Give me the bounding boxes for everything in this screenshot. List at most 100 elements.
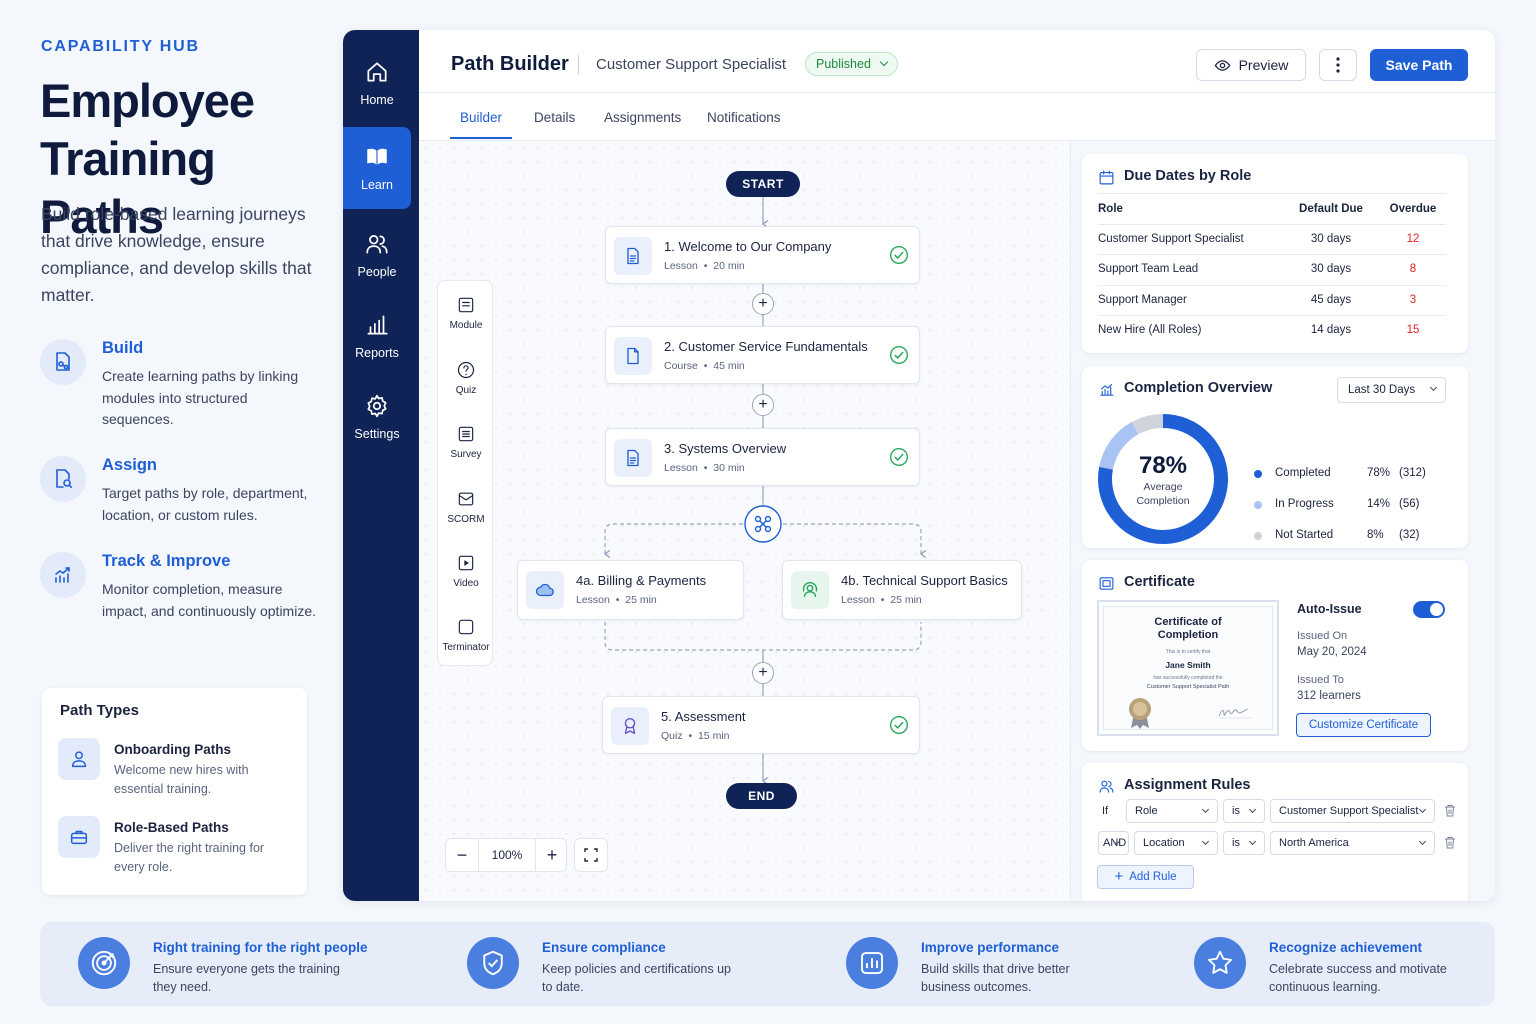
target-icon: [78, 937, 130, 989]
benefit-text: Build skills that drive better business …: [921, 962, 1070, 994]
node-meta: Course • 45 min: [664, 360, 745, 372]
rule-value-select[interactable]: North America: [1270, 831, 1435, 855]
flow-node-1[interactable]: 1. Welcome to Our Company Lesson • 20 mi…: [605, 226, 920, 284]
issued-on-label: Issued On: [1297, 630, 1348, 642]
benefits-strip: Right training for the right people Ensu…: [40, 922, 1495, 1006]
path-type-title: Role-Based Paths: [114, 820, 229, 835]
benefit-text: Keep policies and certifications up to d…: [542, 962, 732, 994]
hero-description: Build role-based learning journeys that …: [41, 204, 312, 305]
bar-chart-icon: [846, 937, 898, 989]
add-step-button[interactable]: +: [752, 662, 774, 684]
legend-swatch: [1254, 532, 1262, 540]
benefit-title: Recognize achievement: [1269, 940, 1423, 955]
eye-icon: [1214, 59, 1230, 71]
path-type-title: Onboarding Paths: [114, 742, 232, 757]
table-divider: [1098, 254, 1446, 255]
preview-button[interactable]: Preview: [1196, 49, 1306, 81]
auto-issue-toggle[interactable]: [1413, 601, 1445, 618]
path-types-card: Path Types Onboarding Paths Welcome new …: [42, 688, 307, 895]
zoom-out-button[interactable]: −: [446, 839, 479, 871]
completion-percent: 78%: [1138, 452, 1188, 479]
trash-icon[interactable]: [1444, 804, 1456, 817]
more-options-button[interactable]: [1319, 49, 1357, 81]
fit-screen-button[interactable]: [574, 838, 608, 872]
node-title: 1. Welcome to Our Company: [664, 239, 832, 254]
node-meta: Lesson • 25 min: [576, 594, 657, 606]
document-icon: [614, 337, 652, 375]
table-divider: [1098, 285, 1446, 286]
table-divider: [1098, 193, 1446, 194]
add-step-button[interactable]: +: [752, 394, 774, 416]
zoom-level: 100%: [491, 848, 523, 862]
issued-on-value: May 20, 2024: [1297, 646, 1367, 658]
flow-node-3[interactable]: 3. Systems Overview Lesson • 30 min: [605, 428, 920, 486]
rule-field-select[interactable]: Role: [1126, 799, 1218, 823]
flow-node-5[interactable]: 5. Assessment Quiz • 15 min: [602, 696, 920, 754]
end-node[interactable]: END: [726, 783, 797, 809]
rule-operator-select[interactable]: is: [1223, 831, 1265, 855]
date-range-select[interactable]: Last 30 Days: [1337, 377, 1446, 403]
node-title: 4a. Billing & Payments: [576, 573, 707, 588]
check-circle-icon: [890, 246, 908, 264]
cloud-icon: [526, 571, 564, 609]
assignment-rules-card: Assignment Rules If Role is Customer Sup…: [1082, 763, 1468, 901]
build-icon: [40, 339, 86, 385]
app-window: Home Learn People Reports Settings Path …: [343, 30, 1495, 901]
benefit-title: Right training for the right people: [153, 940, 368, 955]
due-dates-title: Due Dates by Role: [1124, 168, 1252, 184]
zoom-in-button[interactable]: +: [535, 839, 568, 871]
user-icon: [58, 738, 100, 780]
support-icon: [791, 571, 829, 609]
legend-swatch: [1254, 501, 1262, 509]
add-step-button[interactable]: +: [752, 293, 774, 315]
zoom-controls: − 100% +: [445, 838, 567, 872]
path-type-text: Deliver the right training for every rol…: [114, 841, 265, 874]
completion-title: Completion Overview: [1124, 380, 1273, 396]
cert-path: Customer Support Specialist Path: [1146, 684, 1230, 690]
add-rule-button[interactable]: + Add Rule: [1097, 865, 1194, 889]
benefit-text: Ensure everyone gets the training they n…: [153, 962, 340, 994]
rule-conjunction-select[interactable]: AND: [1098, 831, 1129, 855]
rule-operator-select[interactable]: is: [1223, 799, 1265, 823]
node-meta: Lesson • 25 min: [841, 594, 922, 606]
node-title: 2. Customer Service Fundamentals: [664, 339, 868, 354]
document-icon: [614, 237, 652, 275]
completion-overview-card: Completion Overview Last 30 Days 78% Ave…: [1082, 366, 1468, 548]
eyebrow: CAPABILITY HUB: [41, 38, 200, 55]
customize-certificate-button[interactable]: Customize Certificate: [1296, 713, 1431, 737]
trend-icon: [40, 552, 86, 598]
certificate-preview[interactable]: Certificate of Completion This is to cer…: [1097, 600, 1279, 736]
expand-icon: [584, 848, 598, 862]
certificate-title: Certificate: [1124, 574, 1195, 590]
assign-icon: [40, 456, 86, 502]
flow-node-4b[interactable]: 4b. Technical Support Basics Lesson • 25…: [782, 560, 1022, 620]
benefit-text: Celebrate success and motivate continuou…: [1269, 962, 1447, 994]
feature-text: Target paths by role, department, locati…: [102, 485, 308, 523]
feature-title: Assign: [102, 456, 158, 474]
people-icon: [1099, 780, 1114, 793]
trash-icon[interactable]: [1444, 836, 1456, 849]
issued-to-value: 312 learners: [1297, 690, 1361, 702]
rule-field-select[interactable]: Location: [1134, 831, 1218, 855]
feature-title: Build: [102, 339, 144, 357]
donut-segment-2: [1131, 414, 1164, 435]
cert-recipient: Jane Smith: [1165, 660, 1211, 670]
completion-caption: Average Completion: [1136, 481, 1190, 507]
star-icon: [1194, 937, 1246, 989]
shield-icon: [467, 937, 519, 989]
issued-to-label: Issued To: [1297, 674, 1344, 686]
save-path-button[interactable]: Save Path: [1370, 49, 1468, 81]
feature-text: Create learning paths by linking modules…: [102, 368, 299, 427]
feature-title: Track & Improve: [102, 552, 231, 570]
check-circle-icon: [890, 448, 908, 466]
path-types-title: Path Types: [60, 702, 139, 719]
flow-node-4a[interactable]: 4a. Billing & Payments Lesson • 25 min: [517, 560, 744, 620]
cert-heading: Certificate of Completion: [1154, 616, 1222, 641]
rule-value-select[interactable]: Customer Support Specialist: [1270, 799, 1435, 823]
node-title: 5. Assessment: [661, 709, 746, 724]
start-node[interactable]: START: [726, 171, 800, 197]
seal-icon: [1129, 698, 1151, 729]
flow-node-2[interactable]: 2. Customer Service Fundamentals Course …: [605, 326, 920, 384]
benefit-title: Ensure compliance: [542, 940, 666, 955]
legend-swatch: [1254, 470, 1262, 478]
